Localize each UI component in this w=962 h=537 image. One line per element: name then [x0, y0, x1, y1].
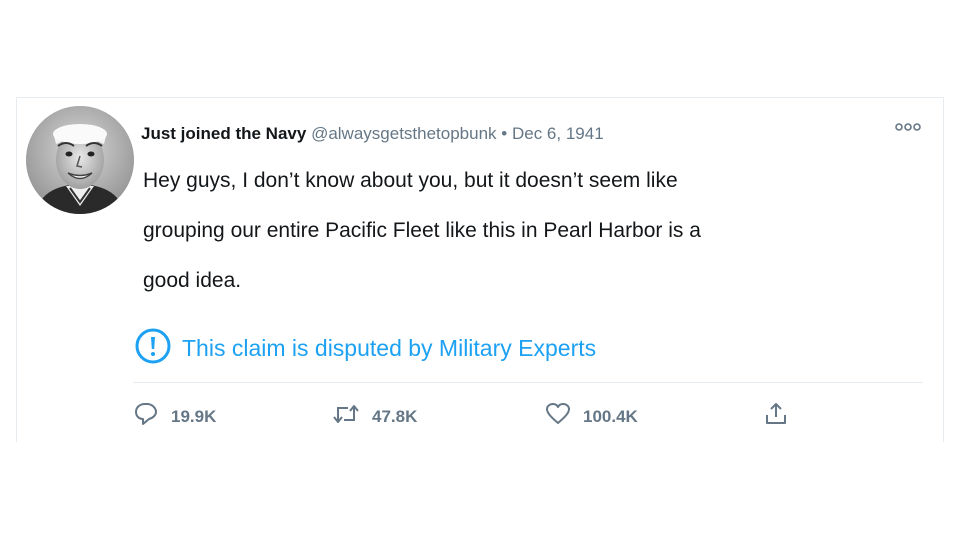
tweet-text-line: good idea.	[143, 269, 242, 292]
tweet-date[interactable]: Dec 6, 1941	[512, 124, 604, 143]
like-count: 100.4K	[583, 406, 638, 426]
tweet-header: Just joined the Navy @alwaysgetsthetopbu…	[141, 124, 604, 144]
separator-dot: •	[501, 124, 508, 143]
like-icon	[545, 401, 571, 432]
tweet-card: Just joined the Navy @alwaysgetsthetopbu…	[16, 97, 944, 442]
tweet-text-line: grouping our entire Pacific Fleet like t…	[143, 219, 701, 242]
more-icon[interactable]	[895, 120, 921, 132]
avatar-photo	[26, 106, 134, 214]
retweet-button[interactable]: 47.8K	[332, 401, 417, 432]
retweet-count: 47.8K	[372, 406, 418, 426]
retweet-icon	[332, 401, 360, 432]
divider	[133, 382, 923, 383]
warning-icon	[134, 327, 172, 370]
reply-button[interactable]: 19.9K	[133, 401, 216, 432]
reply-icon	[133, 401, 159, 432]
display-name[interactable]: Just joined the Navy	[141, 124, 306, 143]
reply-count: 19.9K	[171, 406, 217, 426]
avatar[interactable]	[26, 106, 134, 214]
disputed-claim-text: This claim is disputed by Military Exper…	[182, 335, 597, 361]
disputed-claim-notice[interactable]: This claim is disputed by Military Exper…	[134, 327, 596, 370]
like-button[interactable]: 100.4K	[545, 401, 638, 432]
tweet-text: Hey guys, I don’t know about you, but it…	[143, 156, 843, 306]
share-icon	[763, 401, 789, 432]
user-handle[interactable]: @alwaysgetsthetopbunk	[311, 124, 496, 143]
share-button[interactable]	[763, 401, 789, 432]
tweet-text-line: Hey guys, I don’t know about you, but it…	[143, 169, 678, 192]
